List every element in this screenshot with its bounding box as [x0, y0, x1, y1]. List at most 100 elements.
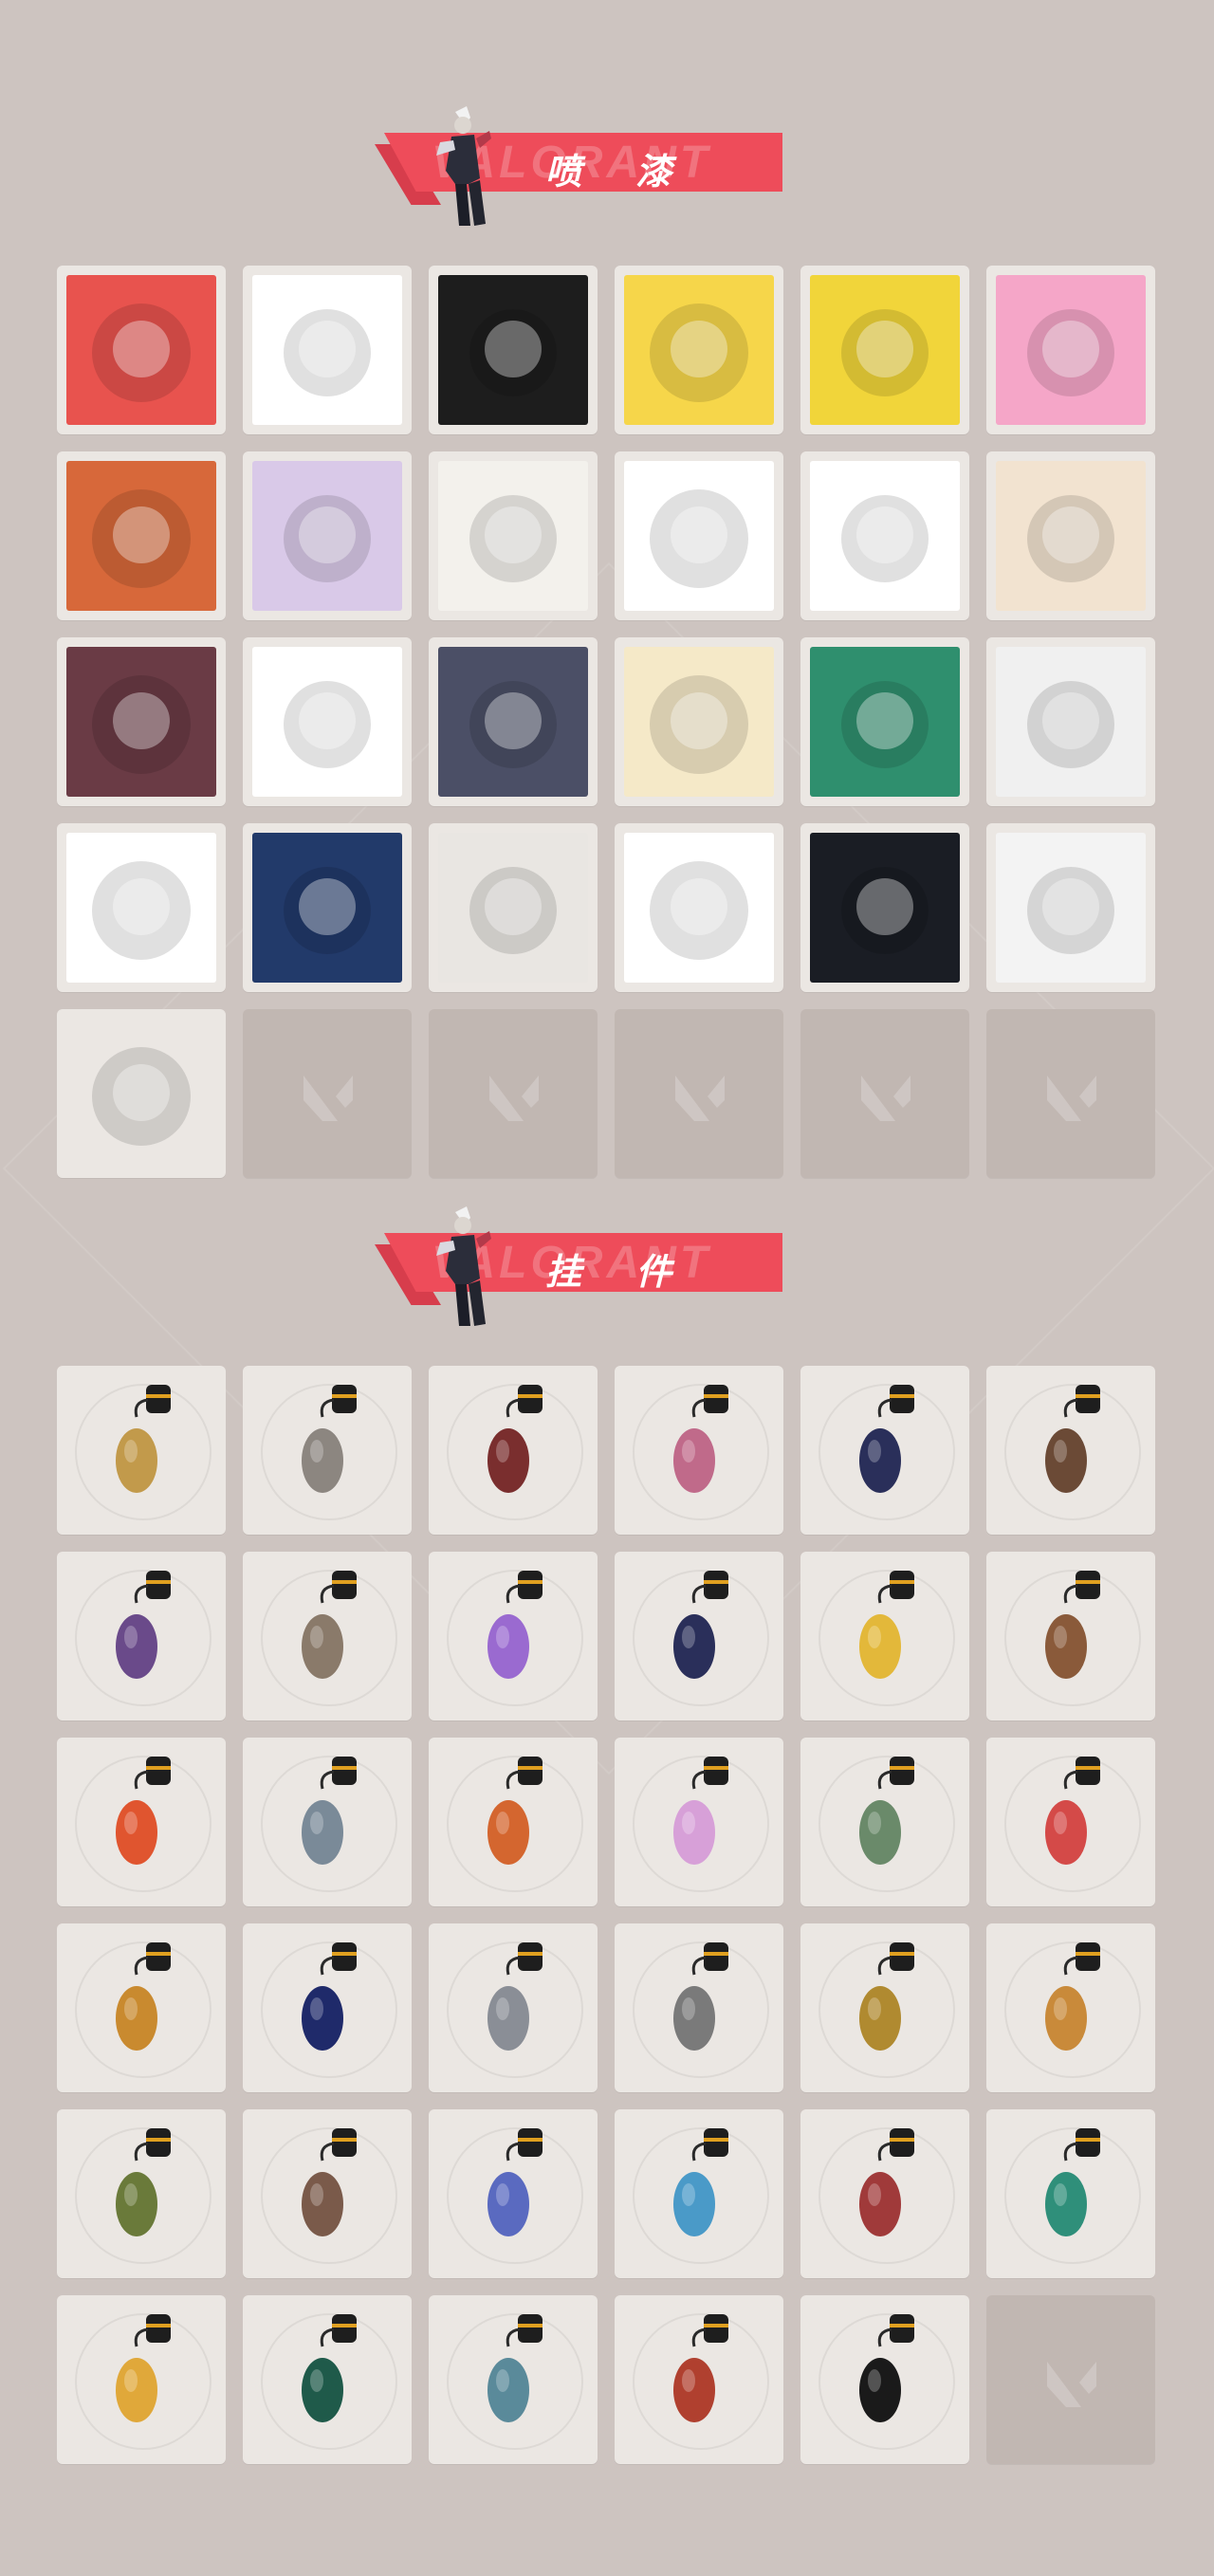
- charm-tile[interactable]: [57, 1738, 226, 1906]
- charm-tile[interactable]: [429, 1552, 598, 1720]
- charm-tile[interactable]: [615, 2295, 783, 2464]
- winking-agent-drink-spray: [810, 461, 960, 611]
- hot-air-balloon-charm: [487, 1757, 543, 1865]
- beehive-charm: [116, 1942, 171, 2051]
- golden-mech-charm: [859, 1942, 914, 2051]
- charm-tile[interactable]: [243, 2109, 412, 2278]
- spray-tile[interactable]: [986, 266, 1155, 434]
- blob-creature-tongue-spray: [438, 647, 588, 797]
- charm-tile[interactable]: [429, 1923, 598, 2092]
- spray-tile[interactable]: [57, 823, 226, 992]
- charm-tile[interactable]: [429, 1738, 598, 1906]
- braided-cord-charm: [487, 1385, 543, 1493]
- charm-tile[interactable]: [243, 1366, 412, 1535]
- charm-tile[interactable]: [57, 1552, 226, 1720]
- spray-tile[interactable]: [243, 266, 412, 434]
- charm-tile[interactable]: [429, 2109, 598, 2278]
- spray-tile[interactable]: [243, 637, 412, 806]
- agent-figure-icon: [436, 106, 491, 226]
- red-creature-charm: [859, 2128, 914, 2236]
- charm-tile[interactable]: [800, 1923, 969, 2092]
- valorant-tag-charm: [859, 2314, 914, 2422]
- duck-helmet-spray: [996, 647, 1146, 797]
- ep9-medal-charm: [673, 1571, 728, 1679]
- banana-cookie-charm: [859, 1571, 914, 1679]
- valorant-logo-placeholder-icon: [1047, 1076, 1096, 1121]
- spray-tile[interactable]: [429, 451, 598, 620]
- charm-tile[interactable]: [800, 1366, 969, 1535]
- charm-tile[interactable]: [429, 2295, 598, 2464]
- spray-tile[interactable]: [57, 1009, 226, 1178]
- charm-tile[interactable]: [429, 1366, 598, 1535]
- spray-tile[interactable]: [57, 266, 226, 434]
- valorant-logo-placeholder-icon: [861, 1076, 910, 1121]
- charm-tile[interactable]: [986, 1923, 1155, 2092]
- charm-tile[interactable]: [57, 1923, 226, 2092]
- raccoon-charm: [302, 2128, 357, 2236]
- red-x-button-spray: [438, 833, 588, 983]
- bandana-bunny-spray: [624, 275, 774, 425]
- graffiti-tag-spray: [996, 833, 1146, 983]
- charm-tile[interactable]: [986, 1738, 1155, 1906]
- empty-spray-slot: [986, 1009, 1155, 1178]
- spray-tile[interactable]: [615, 823, 783, 992]
- tech-box-charm: [302, 1385, 357, 1493]
- spray-tile[interactable]: [429, 823, 598, 992]
- charm-tile[interactable]: [986, 1366, 1155, 1535]
- red-card-agent-spray: [624, 833, 774, 983]
- masked-agent-number-01-spray: [438, 461, 588, 611]
- robot-cart-charm: [859, 1757, 914, 1865]
- watermelon-slice-charm: [1045, 1757, 1100, 1865]
- charm-tile[interactable]: [57, 2295, 226, 2464]
- charm-tile[interactable]: [615, 1366, 783, 1535]
- lantern-chain-charm: [116, 1757, 171, 1865]
- spray-tile[interactable]: [615, 451, 783, 620]
- charm-tile[interactable]: [986, 2109, 1155, 2278]
- green-creature-charm: [116, 2128, 171, 2236]
- ep9-medal-charm: [859, 1385, 914, 1493]
- spray-tile[interactable]: [429, 266, 598, 434]
- charm-tile[interactable]: [615, 1738, 783, 1906]
- charm-tile[interactable]: [615, 1923, 783, 2092]
- charm-tile[interactable]: [57, 1366, 226, 1535]
- spray-tile[interactable]: [429, 637, 598, 806]
- yellow-chick-purple-hat-spray: [252, 461, 402, 611]
- charm-tile[interactable]: [243, 1738, 412, 1906]
- empty-spray-slot: [615, 1009, 783, 1178]
- smug-agent-face-spray: [66, 647, 216, 797]
- charm-tile[interactable]: [800, 1738, 969, 1906]
- charm-tile[interactable]: [243, 2295, 412, 2464]
- spray-tile[interactable]: [800, 451, 969, 620]
- charm-tile[interactable]: [800, 1552, 969, 1720]
- charm-tile[interactable]: [243, 1923, 412, 2092]
- spray-tile[interactable]: [986, 823, 1155, 992]
- empty-spray-slot: [800, 1009, 969, 1178]
- spray-tile[interactable]: [57, 637, 226, 806]
- spray-tile[interactable]: [243, 451, 412, 620]
- spray-tile[interactable]: [615, 266, 783, 434]
- charm-tile[interactable]: [615, 1552, 783, 1720]
- spray-tile[interactable]: [615, 637, 783, 806]
- yellow-creature-face-spray: [438, 275, 588, 425]
- spray-tile[interactable]: [986, 637, 1155, 806]
- valorant-logo-splatter-spray: [810, 833, 960, 983]
- blue-orb-spray: [252, 275, 402, 425]
- spray-tile[interactable]: [57, 451, 226, 620]
- fox-plush-charm: [1045, 1942, 1100, 2051]
- spray-tile[interactable]: [800, 637, 969, 806]
- charm-tile[interactable]: [800, 2295, 969, 2464]
- charm-tile[interactable]: [243, 1552, 412, 1720]
- spray-tile[interactable]: [800, 266, 969, 434]
- white-haired-agent-crying-spray: [996, 461, 1146, 611]
- charm-tile[interactable]: [615, 2109, 783, 2278]
- bullet-number-10-spray: [66, 275, 216, 425]
- wooden-crate-charm: [1045, 1385, 1100, 1493]
- charm-tile[interactable]: [57, 2109, 226, 2278]
- empty-charm-slot: [986, 2295, 1155, 2464]
- spray-tile[interactable]: [243, 823, 412, 992]
- spray-tile[interactable]: [986, 451, 1155, 620]
- lava-lamp-charm: [487, 1571, 543, 1679]
- charm-tile[interactable]: [800, 2109, 969, 2278]
- charm-tile[interactable]: [986, 1552, 1155, 1720]
- spray-tile[interactable]: [800, 823, 969, 992]
